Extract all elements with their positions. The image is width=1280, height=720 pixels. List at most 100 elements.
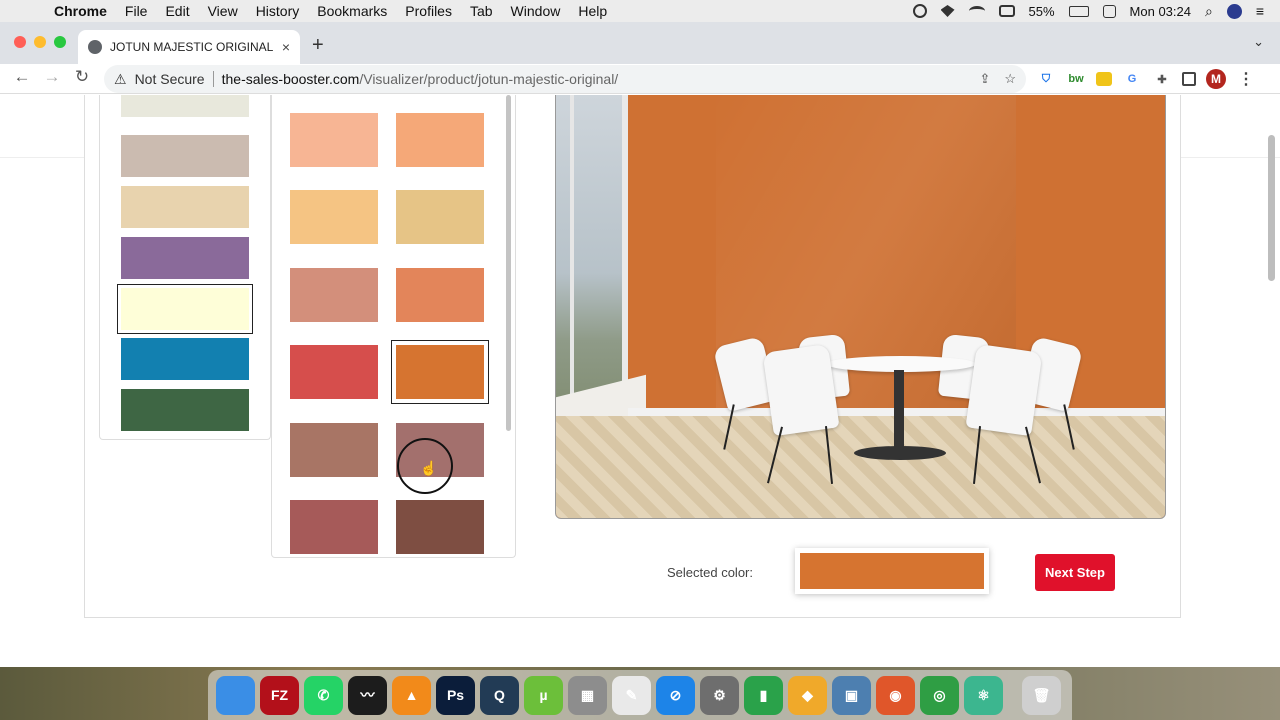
- calculator-icon[interactable]: ▦: [568, 675, 607, 715]
- menu-window[interactable]: Window: [511, 3, 561, 19]
- minimize-window-button[interactable]: [34, 36, 46, 48]
- menu-file[interactable]: File: [125, 3, 148, 19]
- color-shade-swatch[interactable]: [290, 500, 378, 554]
- tab-active[interactable]: JOTUN MAJESTIC ORIGINAL C ×: [78, 30, 300, 64]
- address-bar[interactable]: ⚠ Not Secure the-sales-booster.com /Visu…: [104, 65, 1026, 93]
- screen-record-icon[interactable]: [912, 4, 927, 18]
- divider-line: [1181, 157, 1280, 158]
- url-host[interactable]: the-sales-booster.com: [222, 71, 360, 87]
- selected-color-label: Selected color:: [667, 565, 753, 580]
- trash-icon[interactable]: 🗑: [1022, 675, 1061, 715]
- color-family-list: [99, 95, 271, 440]
- bookmark-star-icon[interactable]: ☆: [1004, 71, 1016, 87]
- bw-extension-icon[interactable]: bw: [1066, 69, 1086, 89]
- clock[interactable]: Mon 03:24: [1130, 4, 1191, 19]
- dock: FZ ✆ 〰 ▲ Ps Qµ ▦ ✎ ⊘ ⚙ ▮ ◆ ▣ ◉ ◎ ⚛ 🗑: [208, 670, 1072, 720]
- share-icon[interactable]: ⇪: [979, 71, 990, 87]
- translate-extension-icon[interactable]: G: [1122, 69, 1142, 89]
- finder-icon[interactable]: [216, 675, 255, 715]
- menu-view[interactable]: View: [208, 3, 238, 19]
- color-shade-swatch[interactable]: [290, 113, 378, 167]
- calendar-icon[interactable]: [1102, 4, 1116, 18]
- utorrent-icon[interactable]: µ: [524, 675, 563, 715]
- photoshop-icon[interactable]: Ps: [436, 675, 475, 715]
- numbers-icon[interactable]: ▮: [744, 675, 783, 715]
- menu-tab[interactable]: Tab: [470, 3, 493, 19]
- table-base: [854, 446, 946, 460]
- textedit-icon[interactable]: ✎: [612, 675, 651, 715]
- next-step-button[interactable]: Next Step: [1035, 554, 1115, 591]
- color-shade-swatch[interactable]: [290, 345, 378, 399]
- color-shade-swatch[interactable]: [396, 500, 484, 554]
- color-family-swatch[interactable]: [121, 135, 249, 177]
- color-family-swatch[interactable]: [121, 95, 249, 117]
- spotlight-search-icon[interactable]: ⌕: [1205, 3, 1213, 20]
- airplay-icon[interactable]: [998, 5, 1015, 17]
- color-family-swatch[interactable]: [121, 389, 249, 431]
- color-shade-swatch[interactable]: [290, 268, 378, 322]
- system-preferences-icon[interactable]: ⚙: [700, 675, 739, 715]
- chrome-icon[interactable]: ◎: [920, 675, 959, 715]
- shade-list-scrollbar[interactable]: [506, 95, 511, 431]
- color-shade-swatch[interactable]: [290, 190, 378, 244]
- reload-icon[interactable]: ↻: [70, 67, 94, 87]
- window-mullion: [570, 95, 574, 416]
- shield-extension-icon[interactable]: ⛉: [1036, 69, 1056, 89]
- profile-avatar[interactable]: M: [1206, 69, 1226, 89]
- preview-icon[interactable]: ▣: [832, 675, 871, 715]
- divider-line: [0, 157, 84, 158]
- tab-close-icon[interactable]: ×: [276, 39, 296, 55]
- omnibox-divider: [212, 71, 214, 87]
- battery-icon[interactable]: [1068, 5, 1089, 17]
- menu-app-name[interactable]: Chrome: [54, 3, 107, 19]
- control-center-icon[interactable]: ≡: [1256, 3, 1264, 19]
- puzzle-extensions-icon[interactable]: ✚: [1152, 69, 1172, 89]
- siri-icon[interactable]: [1226, 3, 1242, 19]
- menu-bookmarks[interactable]: Bookmarks: [317, 3, 387, 19]
- vlc-icon[interactable]: ▲: [392, 675, 431, 715]
- sketch-icon[interactable]: ◆: [788, 675, 827, 715]
- color-family-swatch[interactable]: [121, 237, 249, 279]
- url-path[interactable]: /Visualizer/product/jotun-majestic-origi…: [359, 71, 618, 87]
- color-shade-swatch[interactable]: [396, 113, 484, 167]
- color-shade-swatch[interactable]: [290, 423, 378, 477]
- close-window-button[interactable]: [14, 36, 26, 48]
- wifi-icon[interactable]: [968, 6, 985, 16]
- kebab-menu-icon[interactable]: ⋮: [1236, 69, 1256, 89]
- forward-arrow-icon[interactable]: →: [40, 67, 64, 87]
- safari-icon[interactable]: ⊘: [656, 675, 695, 715]
- back-arrow-icon[interactable]: ←: [10, 67, 34, 87]
- side-panel-icon[interactable]: [1182, 72, 1196, 86]
- page-scrollbar[interactable]: [1268, 135, 1275, 281]
- firefox-icon[interactable]: ◉: [876, 675, 915, 715]
- tab-strip: JOTUN MAJESTIC ORIGINAL C × + ⌄: [0, 22, 1280, 64]
- color-family-swatch[interactable]: [121, 338, 249, 380]
- menu-edit[interactable]: Edit: [165, 3, 189, 19]
- filezilla-icon[interactable]: FZ: [260, 675, 299, 715]
- quicktime-icon[interactable]: Q: [480, 675, 519, 715]
- extensions-area: ⛉ bw G ✚ M ⋮: [1036, 69, 1256, 89]
- color-family-swatch[interactable]: [117, 284, 253, 334]
- color-shade-swatch[interactable]: [391, 340, 489, 404]
- warning-triangle-icon[interactable]: ⚠: [114, 71, 127, 88]
- menu-profiles[interactable]: Profiles: [405, 3, 452, 19]
- menu-bar: Chrome File Edit View History Bookmarks …: [0, 0, 1280, 22]
- atom-icon[interactable]: ⚛: [964, 675, 1003, 715]
- folder-extension-icon[interactable]: [1096, 72, 1112, 86]
- color-shade-swatch[interactable]: [396, 190, 484, 244]
- selected-color-preview: [795, 548, 989, 594]
- dining-chair: [965, 343, 1043, 437]
- activity-monitor-icon[interactable]: 〰: [348, 675, 387, 715]
- room-preview: [555, 95, 1166, 519]
- browser-toolbar: ← → ↻ ⚠ Not Secure the-sales-booster.com…: [0, 64, 1280, 94]
- menu-history[interactable]: History: [256, 3, 300, 19]
- color-family-swatch[interactable]: [121, 186, 249, 228]
- dropbox-icon[interactable]: [940, 5, 955, 17]
- security-status[interactable]: Not Secure: [135, 71, 205, 87]
- tab-search-chevron-icon[interactable]: ⌄: [1253, 34, 1264, 50]
- whatsapp-icon[interactable]: ✆: [304, 675, 343, 715]
- color-shade-swatch[interactable]: [396, 268, 484, 322]
- menu-help[interactable]: Help: [578, 3, 607, 19]
- zoom-window-button[interactable]: [54, 36, 66, 48]
- new-tab-button[interactable]: +: [312, 34, 324, 57]
